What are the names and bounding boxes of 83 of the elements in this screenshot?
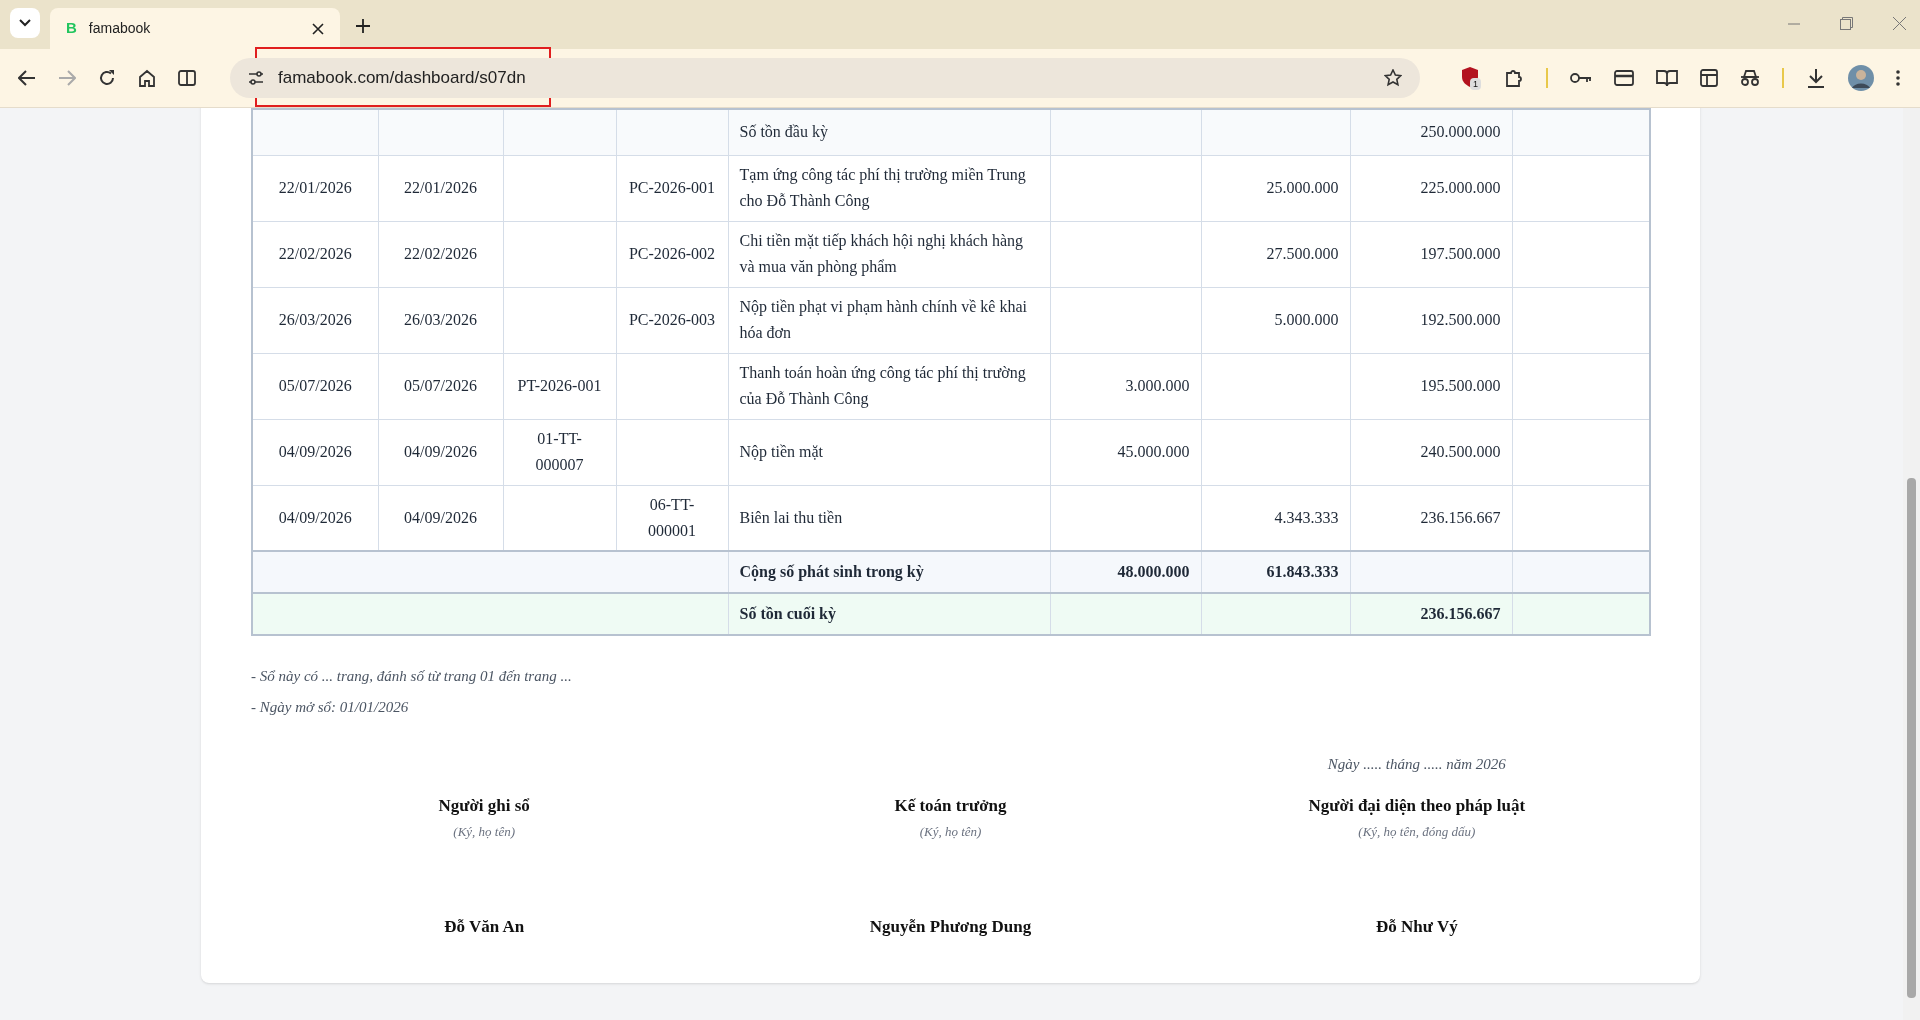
note-text: - Sổ này có ... trang, đánh số từ trang 01 đến trang ... <box>251 667 573 686</box>
table-cell-text: 04/09/2026 <box>404 508 477 526</box>
table-cell-text: PC-2026-002 <box>628 245 716 262</box>
table-cell-text: 250.000.000 <box>1420 123 1501 141</box>
table-cell-text: 26/03/2026 <box>278 311 352 328</box>
table-cell-text: 236.156.667 <box>1420 605 1501 622</box>
tab-title: famabook <box>88 19 152 38</box>
signer-role: Người ghi sổ <box>438 794 530 817</box>
table-cell-text: 61.843.333 <box>1266 563 1339 580</box>
bookmark-star-icon[interactable] <box>1384 69 1402 87</box>
table-cell-text: 05/07/2026 <box>278 377 352 394</box>
table-cell-text: 22/02/2026 <box>278 245 352 262</box>
table-cell-text: 22/01/2026 <box>278 179 352 196</box>
table-cell-text: 26/03/2026 <box>404 311 477 328</box>
table-cell-text: 22/02/2026 <box>404 245 477 262</box>
description-text: Chi tiền mặt tiếp khách hội nghị khách hàng và mua văn phòng phẩm <box>739 232 1023 275</box>
restore-icon[interactable] <box>1840 17 1853 30</box>
description-text: Thanh toán hoàn ứng công tác phí thị trường của Đỗ Thành Công <box>739 364 1026 407</box>
table-cell-text: 01-TT-000007 <box>535 430 584 473</box>
home-icon[interactable] <box>138 69 156 87</box>
table-cell-text: 4.343.333 <box>1274 508 1339 526</box>
key-icon[interactable] <box>1570 71 1592 85</box>
table-cell-text: 236.156.667 <box>1420 508 1501 526</box>
url-text: famabook.com/dashboard/s07dn <box>278 67 526 90</box>
tab-list-button[interactable] <box>10 8 40 38</box>
scrollbar-thumb[interactable] <box>1907 478 1916 998</box>
description-text: Số tồn cuối kỳ <box>739 605 836 622</box>
description-text: Số tồn đầu kỳ <box>739 123 828 141</box>
table-cell-text: PT-2026-001 <box>517 377 602 394</box>
scrollbar[interactable] <box>1903 108 1920 1020</box>
description-text: Tạm ứng công tác phí thị trường miền Trung cho Đỗ Thành Công <box>739 166 1026 209</box>
incognito-icon[interactable] <box>1740 69 1760 87</box>
signature-hint: (Ký, họ tên) <box>453 823 516 841</box>
table-cell-text: 22/01/2026 <box>404 179 477 196</box>
reload-icon[interactable] <box>98 69 116 87</box>
table-cell-text: 04/09/2026 <box>278 508 352 526</box>
menu-icon[interactable] <box>1896 70 1900 86</box>
table-cell-text: 05/07/2026 <box>404 377 477 394</box>
description-text: Biên lai thu tiền <box>739 508 843 526</box>
table-cell-text: 45.000.000 <box>1117 443 1190 460</box>
table-cell-text: PC-2026-003 <box>628 311 716 328</box>
table-cell-text: 192.500.000 <box>1420 311 1501 328</box>
table-cell-text: 3.000.000 <box>1125 377 1190 394</box>
description-text: Nộp tiền mặt <box>739 443 824 460</box>
site-settings-icon[interactable] <box>248 70 264 86</box>
split-view-icon[interactable] <box>178 69 196 87</box>
table-cell-text: 195.500.000 <box>1420 377 1501 394</box>
back-icon[interactable] <box>18 70 36 86</box>
table-cell-text: 48.000.000 <box>1117 563 1190 580</box>
table-cell-text: 06-TT-000001 <box>648 495 696 539</box>
signer-name: Nguyễn Phương Dung <box>869 915 1032 938</box>
description-text: Nộp tiền phạt vi phạm hành chính về kê khai hóa đơn <box>739 298 1027 341</box>
browser-tab[interactable]: B famabook <box>50 8 340 49</box>
table-cell-text: 04/09/2026 <box>278 443 352 460</box>
signer-role: Người đại diện theo pháp luật <box>1308 794 1526 817</box>
table-cell-text: 27.500.000 <box>1266 245 1339 262</box>
signature-hint: (Ký, họ tên) <box>919 823 982 841</box>
download-icon[interactable] <box>1806 68 1826 88</box>
card-icon[interactable] <box>1614 70 1634 86</box>
new-tab-icon[interactable] <box>356 19 370 33</box>
address-bar[interactable]: famabook.com/dashboard/s07dn <box>230 58 1420 98</box>
signer-name: Đỗ Văn An <box>444 915 525 938</box>
signer-role: Kế toán trưởng <box>894 794 1007 817</box>
table-cell-text: PC-2026-001 <box>628 179 716 196</box>
description-text: Cộng số phát sinh trong kỳ <box>739 563 924 580</box>
signature-date: Ngày ..... tháng ..... năm 2026 <box>1326 755 1507 774</box>
signature-hint: (Ký, họ tên, đóng dấu) <box>1358 823 1476 841</box>
favicon: B <box>66 18 77 39</box>
table-cell-text: 225.000.000 <box>1420 179 1501 196</box>
table-cell-text: 5.000.000 <box>1274 311 1339 328</box>
book-icon[interactable] <box>1656 69 1678 87</box>
puzzle-icon[interactable] <box>1504 68 1524 88</box>
table-cell-text: 240.500.000 <box>1420 443 1501 460</box>
note-text: - Ngày mở sổ: 01/01/2026 <box>251 697 410 717</box>
side-panel-icon[interactable] <box>1700 69 1718 87</box>
chevron-down-icon <box>19 19 31 27</box>
table-cell-text: 04/09/2026 <box>404 443 477 460</box>
extension-badge: 1 <box>1470 78 1481 90</box>
avatar-icon[interactable] <box>1848 65 1874 91</box>
signer-name: Đỗ Như Vý <box>1376 915 1458 938</box>
close-icon[interactable] <box>312 22 324 35</box>
table-cell-text: 25.000.000 <box>1266 179 1339 196</box>
table-cell-text: 197.500.000 <box>1420 245 1501 262</box>
